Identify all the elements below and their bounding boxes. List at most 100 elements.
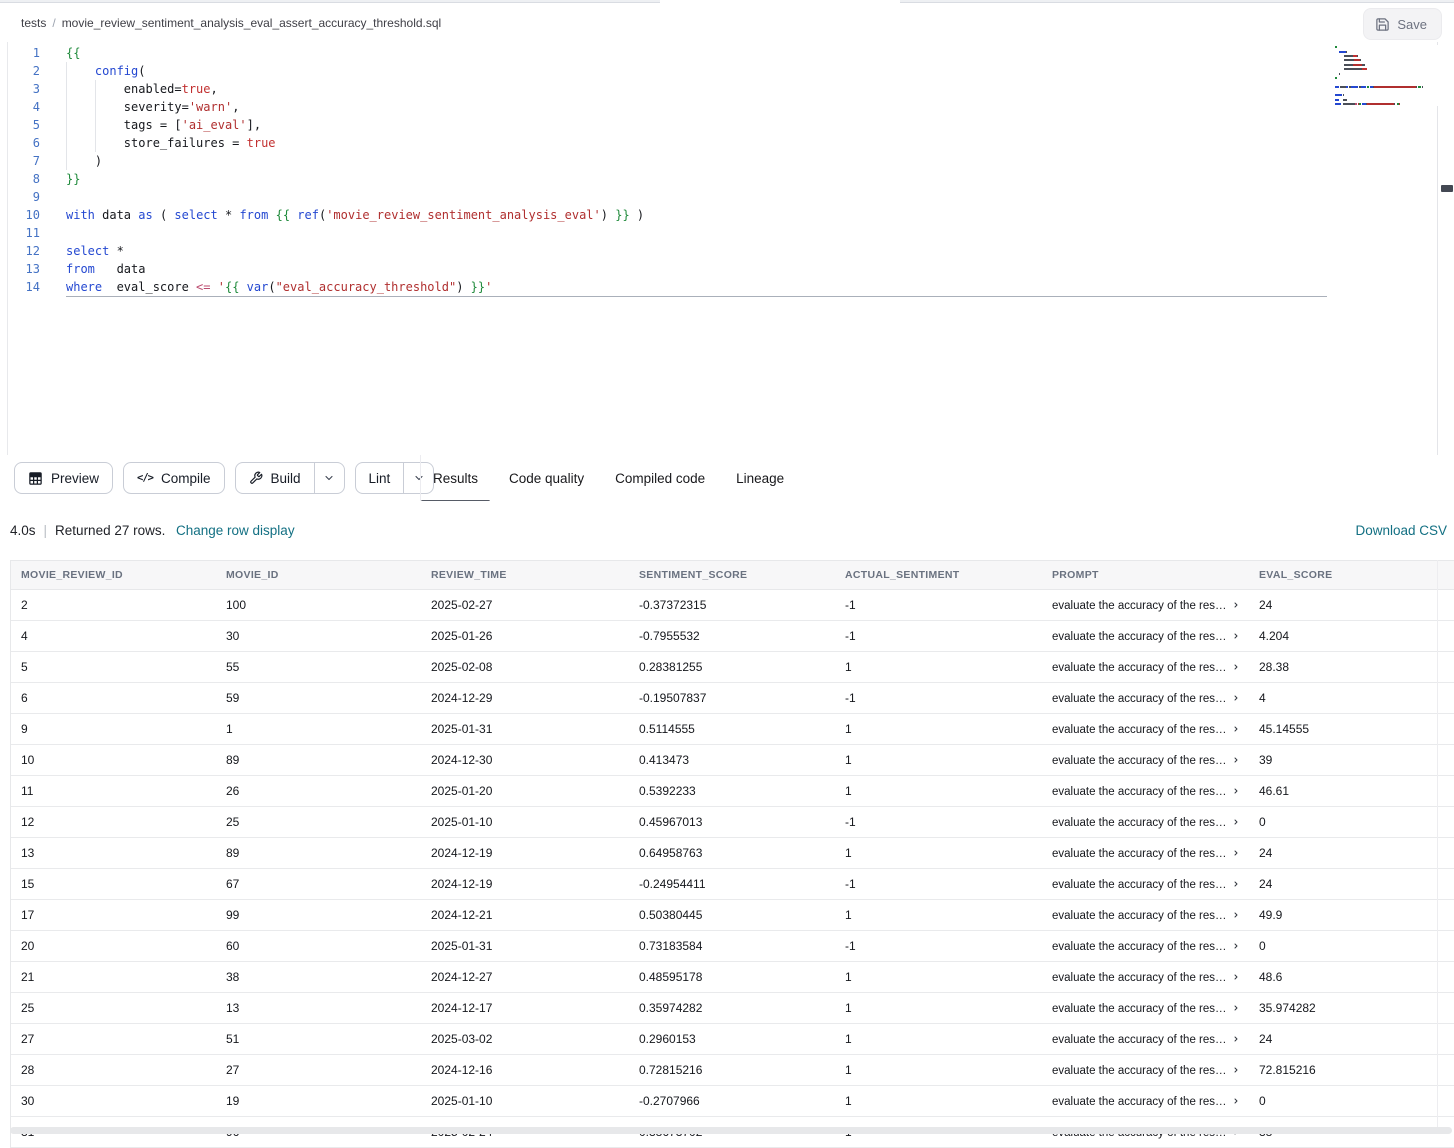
tab-compiled-code[interactable]: Compiled code: [603, 455, 717, 501]
prompt-expand-icon[interactable]: [1232, 691, 1240, 705]
compile-button[interactable]: </> Compile: [123, 462, 225, 494]
table-row: 13892024-12-190.649587631evaluate the ac…: [11, 838, 1454, 869]
table-cell: 24: [1249, 1032, 1454, 1046]
table-cell: 0.413473: [629, 753, 835, 767]
table-cell: 2025-01-10: [421, 1094, 629, 1108]
table-cell: 89: [216, 846, 421, 860]
table-cell: evaluate the accuracy of the res…: [1042, 784, 1249, 798]
prompt-expand-icon[interactable]: [1232, 815, 1240, 829]
build-button-label: Build: [271, 471, 301, 486]
scrollbar-marker[interactable]: [1441, 185, 1453, 192]
prompt-expand-icon[interactable]: [1232, 939, 1240, 953]
prompt-text: evaluate the accuracy of the res…: [1052, 600, 1227, 612]
table-row: 4302025-01-26-0.7955532-1evaluate the ac…: [11, 621, 1454, 652]
table-cell: 20: [11, 939, 216, 953]
prompt-expand-icon[interactable]: [1232, 970, 1240, 984]
table-cell: 1: [835, 660, 1042, 674]
build-button[interactable]: Build: [236, 463, 314, 493]
table-row: 17992024-12-210.503804451evaluate the ac…: [11, 900, 1454, 931]
table-cell: 1: [835, 1001, 1042, 1015]
prompt-expand-icon[interactable]: [1232, 908, 1240, 922]
code-line[interactable]: select *: [66, 242, 644, 260]
table-cell: -1: [835, 939, 1042, 953]
table-cell: 0: [1249, 939, 1454, 953]
minimap[interactable]: [1335, 45, 1447, 106]
table-cell: 21: [11, 970, 216, 984]
table-cell: 45.14555: [1249, 722, 1454, 736]
prompt-expand-icon[interactable]: [1232, 753, 1240, 767]
code-line[interactable]: tags = ['ai_eval'],: [66, 116, 644, 134]
tab-lineage[interactable]: Lineage: [724, 455, 796, 501]
tab-code-quality[interactable]: Code quality: [497, 455, 596, 501]
code-line[interactable]: severity='warn',: [66, 98, 644, 116]
save-button-label: Save: [1397, 17, 1427, 32]
code-line[interactable]: with data as ( select * from {{ ref('mov…: [66, 206, 644, 224]
table-cell: 10: [11, 753, 216, 767]
table-row: 25132024-12-170.359742821evaluate the ac…: [11, 993, 1454, 1024]
table-cell: 72.815216: [1249, 1063, 1454, 1077]
code-editor[interactable]: 1234567891011121314 {{ config( enabled=t…: [0, 42, 1454, 455]
code-line[interactable]: ): [66, 152, 644, 170]
column-header: REVIEW_TIME: [421, 561, 629, 589]
table-cell: 100: [216, 598, 421, 612]
code-lines[interactable]: {{ config( enabled=true, severity='warn'…: [66, 44, 644, 296]
change-row-display-link[interactable]: Change row display: [176, 523, 295, 538]
table-cell: 59: [216, 691, 421, 705]
wrench-icon: [249, 471, 263, 485]
table-cell: -1: [835, 877, 1042, 891]
prompt-text: evaluate the accuracy of the res…: [1052, 972, 1227, 984]
prompt-expand-icon[interactable]: [1232, 1032, 1240, 1046]
code-line[interactable]: [66, 188, 644, 206]
prompt-expand-icon[interactable]: [1232, 1094, 1240, 1108]
code-line[interactable]: config(: [66, 62, 644, 80]
code-line[interactable]: enabled=true,: [66, 80, 644, 98]
prompt-text: evaluate the accuracy of the res…: [1052, 786, 1227, 798]
preview-button[interactable]: Preview: [14, 462, 113, 494]
breadcrumb-folder[interactable]: tests: [21, 16, 46, 30]
code-line[interactable]: [66, 224, 644, 242]
code-line[interactable]: where eval_score <= '{{ var("eval_accura…: [66, 278, 644, 296]
prompt-expand-icon[interactable]: [1232, 629, 1240, 643]
prompt-expand-icon[interactable]: [1232, 846, 1240, 860]
code-line[interactable]: store_failures = true: [66, 134, 644, 152]
prompt-expand-icon[interactable]: [1232, 598, 1240, 612]
prompt-text: evaluate the accuracy of the res…: [1052, 1003, 1227, 1015]
build-dropdown[interactable]: [314, 463, 344, 493]
table-cell: 2025-02-08: [421, 660, 629, 674]
prompt-expand-icon[interactable]: [1232, 1001, 1240, 1015]
prompt-expand-icon[interactable]: [1232, 877, 1240, 891]
table-cell: -1: [835, 598, 1042, 612]
code-line[interactable]: }}: [66, 170, 644, 188]
table-cell: evaluate the accuracy of the res…: [1042, 1001, 1249, 1015]
table-body: 21002025-02-27-0.37372315-1evaluate the …: [11, 590, 1454, 1148]
save-button[interactable]: Save: [1363, 8, 1442, 40]
tab-results[interactable]: Results: [421, 455, 490, 501]
table-cell: 30: [216, 629, 421, 643]
table-cell: 2024-12-16: [421, 1063, 629, 1077]
table-cell: evaluate the accuracy of the res…: [1042, 660, 1249, 674]
column-header: MOVIE_ID: [216, 561, 421, 589]
table-cell: evaluate the accuracy of the res…: [1042, 846, 1249, 860]
prompt-expand-icon[interactable]: [1232, 784, 1240, 798]
code-line[interactable]: {{: [66, 44, 644, 62]
table-cell: 0.73183584: [629, 939, 835, 953]
table-cell: 15: [11, 877, 216, 891]
table-cell: evaluate the accuracy of the res…: [1042, 970, 1249, 984]
results-scrollbar-track[interactable]: [1437, 560, 1438, 1127]
table-cell: -0.7955532: [629, 629, 835, 643]
table-cell: 2024-12-21: [421, 908, 629, 922]
prompt-expand-icon[interactable]: [1232, 660, 1240, 674]
table-cell: 27: [216, 1063, 421, 1077]
lint-button[interactable]: Lint: [356, 463, 404, 493]
download-csv-link[interactable]: Download CSV: [1355, 523, 1447, 538]
table-cell: 1: [835, 753, 1042, 767]
prompt-expand-icon[interactable]: [1232, 1063, 1240, 1077]
table-cell: 0.28381255: [629, 660, 835, 674]
prompt-text: evaluate the accuracy of the res…: [1052, 662, 1227, 674]
table-row: 30192025-01-10-0.27079661evaluate the ac…: [11, 1086, 1454, 1117]
line-gutter: 1234567891011121314: [0, 44, 40, 296]
prompt-expand-icon[interactable]: [1232, 722, 1240, 736]
bottom-scrollbar[interactable]: [10, 1127, 1452, 1134]
code-line[interactable]: from data: [66, 260, 644, 278]
line-number: 14: [0, 278, 40, 296]
